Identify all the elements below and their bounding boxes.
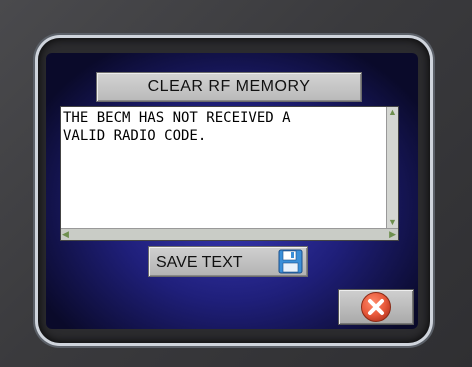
scroll-left-icon[interactable]: ◀ [62,230,69,239]
message-line-1: THE BECM HAS NOT RECEIVED A [63,110,291,126]
scroll-right-icon[interactable]: ▶ [389,230,396,239]
message-text: THE BECM HAS NOT RECEIVED A VALID RADIO C… [63,109,383,145]
save-text-label: SAVE TEXT [156,254,243,271]
vertical-scrollbar[interactable]: ▲ ▼ [386,107,398,228]
scroll-up-icon[interactable]: ▲ [388,108,397,117]
message-line-2: VALID RADIO CODE. [63,128,207,144]
clear-rf-memory-button[interactable]: CLEAR RF MEMORY [96,72,362,102]
message-text-area[interactable]: THE BECM HAS NOT RECEIVED A VALID RADIO C… [60,106,399,241]
save-text-button[interactable]: SAVE TEXT [148,246,308,277]
close-icon [361,292,391,322]
clear-rf-memory-label: CLEAR RF MEMORY [147,78,311,95]
scroll-down-icon[interactable]: ▼ [388,218,397,227]
floppy-disk-icon [278,249,303,274]
horizontal-scrollbar[interactable]: ◀ ▶ [61,228,398,240]
close-button[interactable] [338,289,414,325]
